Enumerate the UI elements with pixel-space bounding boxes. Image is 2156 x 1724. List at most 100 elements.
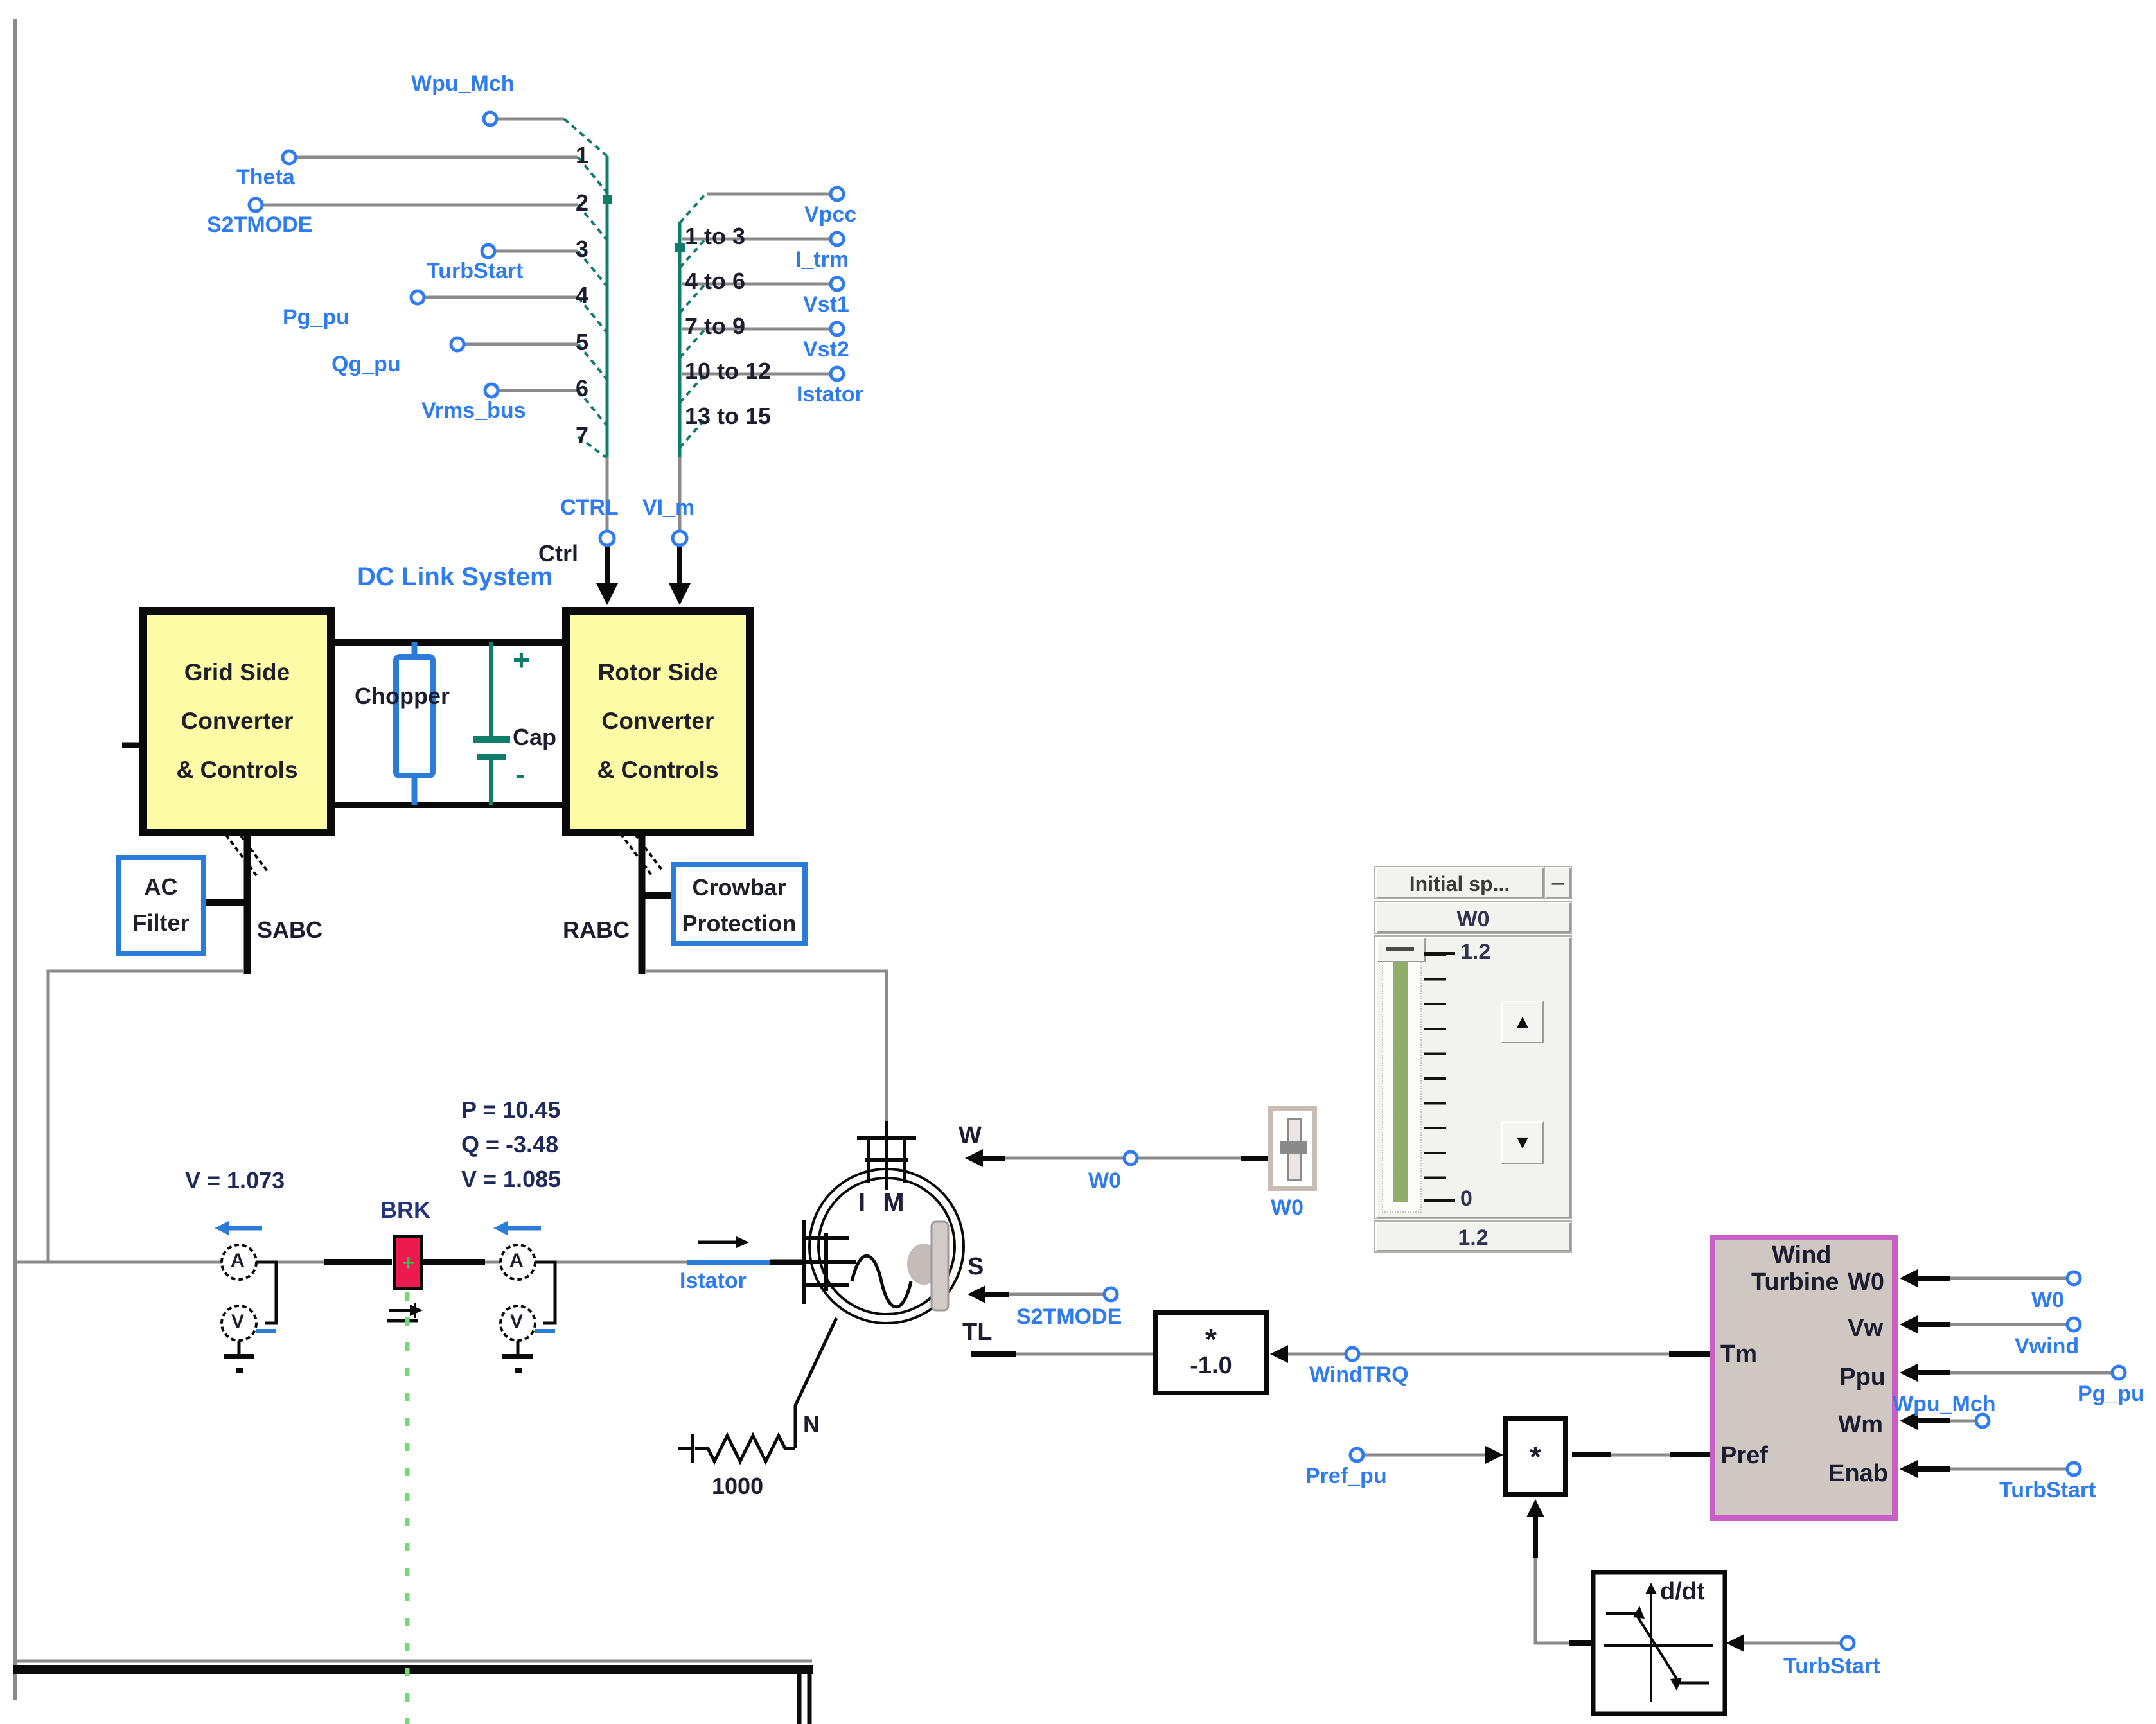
turbine-port-w0: W0: [1848, 1269, 1884, 1296]
slider-track[interactable]: [1382, 944, 1422, 1213]
chopper-block[interactable]: [393, 654, 436, 778]
grid-side-converter-block[interactable]: Grid Side Converter & Controls: [139, 607, 335, 836]
sabc-return-wire: [48, 971, 244, 1262]
cap-plus-sign: +: [513, 644, 530, 676]
mult2-sign: *: [1530, 1444, 1541, 1470]
torque-multiplier-block[interactable]: * -1.0: [1153, 1310, 1269, 1395]
machine-name-label: I M: [858, 1188, 910, 1217]
turbine-title-line2: Turbine: [1751, 1269, 1839, 1296]
breakout-range-3: 7 to 9: [685, 313, 745, 339]
rotor-block-line3: & Controls: [570, 746, 746, 795]
ac-filter-block[interactable]: AC Filter: [116, 855, 206, 956]
slider-thumb-grip-icon: [1386, 947, 1414, 951]
ddt-block[interactable]: [1593, 1572, 1725, 1714]
windtrq-label[interactable]: WindTRQ: [1309, 1363, 1409, 1387]
w0-wire-label[interactable]: W0: [1088, 1169, 1121, 1193]
cap-label: Cap: [513, 725, 556, 750]
pref-pu-label[interactable]: Pref_pu: [1305, 1465, 1387, 1488]
ddt-arrowhead-icon: [1726, 1634, 1744, 1652]
turbine-port-enab: Enab: [1828, 1460, 1888, 1488]
mult2-left-arrowhead-icon: [1485, 1446, 1503, 1464]
right-meter-group[interactable]: [493, 1221, 555, 1370]
merge-channel-4: 4: [576, 283, 588, 308]
dc-capacitor-icon[interactable]: [473, 642, 510, 805]
merge-channel-2: 2: [576, 190, 588, 216]
slider-panel-header-label: W0: [1375, 907, 1571, 932]
slider-panel-header: W0: [1374, 901, 1572, 934]
rabc-label: RABC: [563, 917, 630, 943]
slider-down-button[interactable]: ▼: [1501, 1121, 1544, 1164]
slider-panel-minimize-button[interactable]: –: [1544, 866, 1572, 899]
slider-panel-titlebar[interactable]: Initial sp...: [1374, 866, 1545, 899]
turbine-turbstart-signal-label[interactable]: TurbStart: [1999, 1479, 2096, 1502]
ammeter-right-letter: A: [509, 1250, 524, 1271]
signal-label-turbstart[interactable]: TurbStart: [427, 259, 523, 283]
signal-label-theta[interactable]: Theta: [236, 166, 295, 189]
slider-panel-value: 1.2: [1375, 1226, 1571, 1251]
ddt-turbstart-label[interactable]: TurbStart: [1783, 1655, 1880, 1678]
ac-filter-line1: AC: [121, 869, 201, 905]
minimize-icon: –: [1552, 870, 1564, 895]
ctrl-arrowhead-icon: [596, 583, 618, 605]
pref-multiplier-block[interactable]: *: [1503, 1416, 1568, 1497]
w0-meter-label: W0: [1271, 1196, 1303, 1220]
signal-label-vst1[interactable]: Vst1: [803, 293, 849, 317]
turbine-w0-signal-label[interactable]: W0: [2031, 1289, 2064, 1312]
breaker-control-icon: [387, 1303, 423, 1321]
breaker-brk[interactable]: +: [393, 1235, 423, 1290]
turbine-vwind-signal-label[interactable]: Vwind: [2015, 1335, 2079, 1359]
signal-label-qg-pu[interactable]: Qg_pu: [331, 353, 401, 376]
rotor-side-converter-block[interactable]: Rotor Side Converter & Controls: [562, 607, 754, 836]
merge-channel-1: 1: [576, 143, 588, 168]
ddt-out-wire: [1535, 1558, 1569, 1643]
voltmeter-left-value: V = 1.073: [185, 1168, 285, 1193]
slider-thumb[interactable]: [1377, 938, 1426, 962]
slider-tick-bottom: [1424, 1199, 1455, 1202]
signal-label-vrms-bus[interactable]: Vrms_bus: [421, 399, 526, 423]
w0-meter-widget[interactable]: [1268, 1106, 1317, 1191]
slider-max-label: 1.2: [1460, 940, 1490, 964]
wind-turbine-block[interactable]: Wind Turbine W0 Vw Ppu Wm Enab Tm Pref: [1710, 1235, 1898, 1521]
voltmeter-right-value: V = 1.085: [461, 1166, 561, 1192]
merge-channel-5: 5: [576, 330, 588, 355]
signal-label-vim[interactable]: VI_m: [642, 496, 694, 520]
mult1-gain: -1.0: [1190, 1352, 1232, 1380]
signal-label-s2tmode[interactable]: S2TMODE: [207, 213, 312, 237]
left-meter-group[interactable]: [215, 1221, 276, 1370]
slider-tick-marks: [1424, 953, 1446, 1201]
signal-label-vpcc[interactable]: Vpcc: [804, 203, 856, 227]
crowbar-line2: Protection: [676, 906, 802, 942]
signal-label-vst2[interactable]: Vst2: [803, 338, 849, 362]
node-n-label: N: [803, 1412, 820, 1438]
turbine-port-black-stubs: [1918, 1278, 1950, 1469]
turbine-port-pref: Pref: [1720, 1442, 1768, 1470]
turbine-pg-pu-signal-label[interactable]: Pg_pu: [2078, 1382, 2144, 1406]
mult2-bottom-arrowhead-icon: [1526, 1499, 1544, 1517]
machine-tl-port-label: TL: [962, 1319, 992, 1346]
turbine-wpu-mch-signal-label[interactable]: Wpu_Mch: [1893, 1393, 1996, 1416]
merge-channel-3: 3: [576, 236, 588, 262]
ground-resistor-icon[interactable]: [678, 1318, 836, 1463]
rotor-block-line2: Converter: [570, 697, 746, 746]
istator-wire-label[interactable]: Istator: [680, 1269, 747, 1293]
slider-panel-body: 1.2 0 ▲ ▼: [1374, 935, 1572, 1219]
crowbar-line1: Crowbar: [676, 870, 802, 906]
signal-label-ctrl[interactable]: CTRL: [560, 496, 619, 520]
turbine-port-ppu: Ppu: [1839, 1364, 1886, 1391]
turbine-port-wm: Wm: [1838, 1411, 1883, 1439]
machine-s-port-label: S: [968, 1254, 984, 1281]
ac-filter-line2: Filter: [121, 905, 201, 941]
slider-up-button[interactable]: ▲: [1501, 1001, 1544, 1043]
signal-label-istator-tap[interactable]: Istator: [797, 383, 863, 407]
signal-label-pg-pu[interactable]: Pg_pu: [283, 306, 349, 330]
signal-label-wpu-mch[interactable]: Wpu_Mch: [411, 72, 515, 96]
s2tmode-wire-label[interactable]: S2TMODE: [1016, 1305, 1122, 1329]
mult1-sign: *: [1205, 1326, 1217, 1352]
crowbar-protection-block[interactable]: Crowbar Protection: [671, 862, 808, 946]
turbine-title-line1: Wind: [1772, 1242, 1832, 1269]
rotor-block-line1: Rotor Side: [570, 648, 746, 697]
turbine-port-vw: Vw: [1848, 1315, 1883, 1342]
slider-panel-title: Initial sp...: [1375, 872, 1544, 896]
turbine-port-tm: Tm: [1720, 1341, 1757, 1368]
signal-label-i-trm[interactable]: I_trm: [795, 248, 849, 272]
